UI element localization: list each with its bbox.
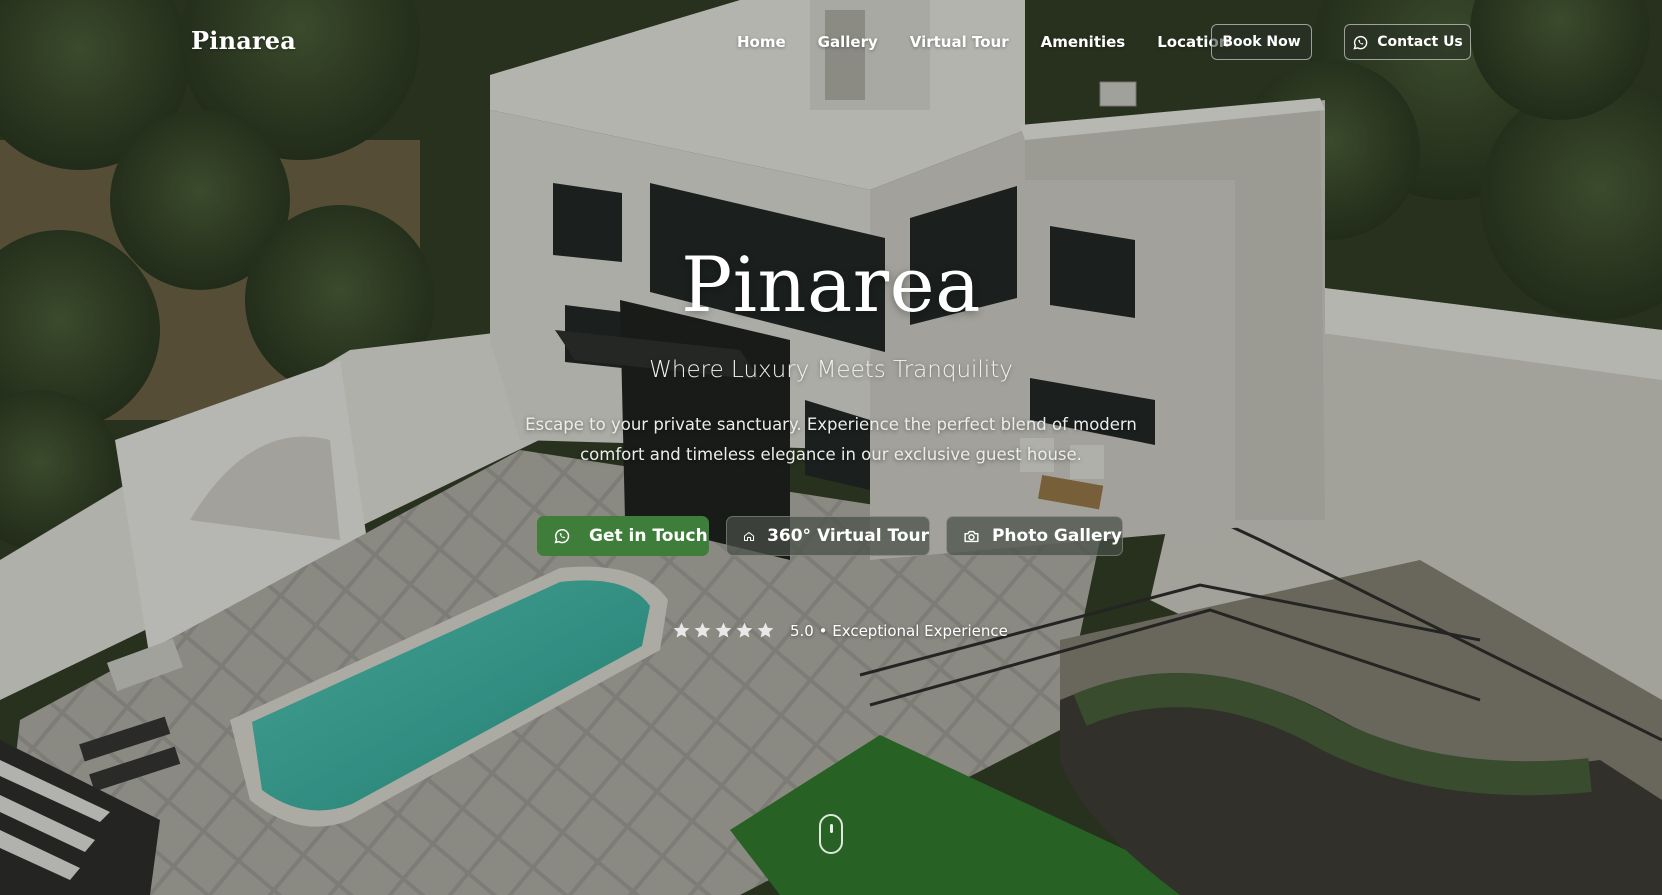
star-rating — [672, 621, 775, 640]
star-icon — [736, 622, 753, 638]
virtual-tour-button[interactable]: 360° Virtual Tour — [726, 516, 930, 556]
star-icon — [673, 622, 690, 638]
star-icon — [694, 622, 711, 638]
get-in-touch-label: Get in Touch — [589, 526, 708, 546]
nav-link-virtual-tour[interactable]: Virtual Tour — [910, 33, 1009, 51]
get-in-touch-button[interactable]: Get in Touch — [537, 516, 709, 556]
nav-link-gallery[interactable]: Gallery — [818, 33, 878, 51]
camera-icon — [964, 530, 979, 542]
top-navbar: Pinarea Home Gallery Virtual Tour Amenit… — [0, 0, 1662, 84]
whatsapp-icon — [1353, 35, 1368, 49]
nav-links: Home Gallery Virtual Tour Amenities Loca… — [737, 33, 1261, 51]
hero-subtitle: Where Luxury Meets Tranquility — [649, 357, 1013, 383]
rating-row: 5.0 • Exceptional Experience — [672, 621, 1008, 640]
rating-text: 5.0 • Exceptional Experience — [790, 621, 1008, 640]
brand-logo[interactable]: Pinarea — [191, 26, 296, 55]
contact-us-button[interactable]: Contact Us — [1344, 24, 1471, 60]
hero-title: Pinarea — [681, 240, 981, 329]
whatsapp-icon — [554, 529, 570, 544]
mouse-scroll-icon[interactable] — [819, 814, 843, 854]
scroll-wheel-dot — [830, 824, 833, 833]
virtual-tour-label: 360° Virtual Tour — [767, 526, 929, 546]
star-icon — [757, 622, 774, 638]
star-icon — [715, 622, 732, 638]
photo-gallery-button[interactable]: Photo Gallery — [946, 516, 1123, 556]
contact-us-label: Contact Us — [1377, 34, 1463, 50]
hero-description: Escape to your private sanctuary. Experi… — [525, 415, 1137, 464]
photo-gallery-label: Photo Gallery — [991, 526, 1122, 546]
nav-link-home[interactable]: Home — [737, 33, 786, 51]
nav-link-amenities[interactable]: Amenities — [1041, 33, 1126, 51]
book-now-button[interactable]: Book Now — [1211, 24, 1312, 60]
book-now-label: Book Now — [1222, 34, 1301, 50]
home-icon — [744, 531, 755, 541]
